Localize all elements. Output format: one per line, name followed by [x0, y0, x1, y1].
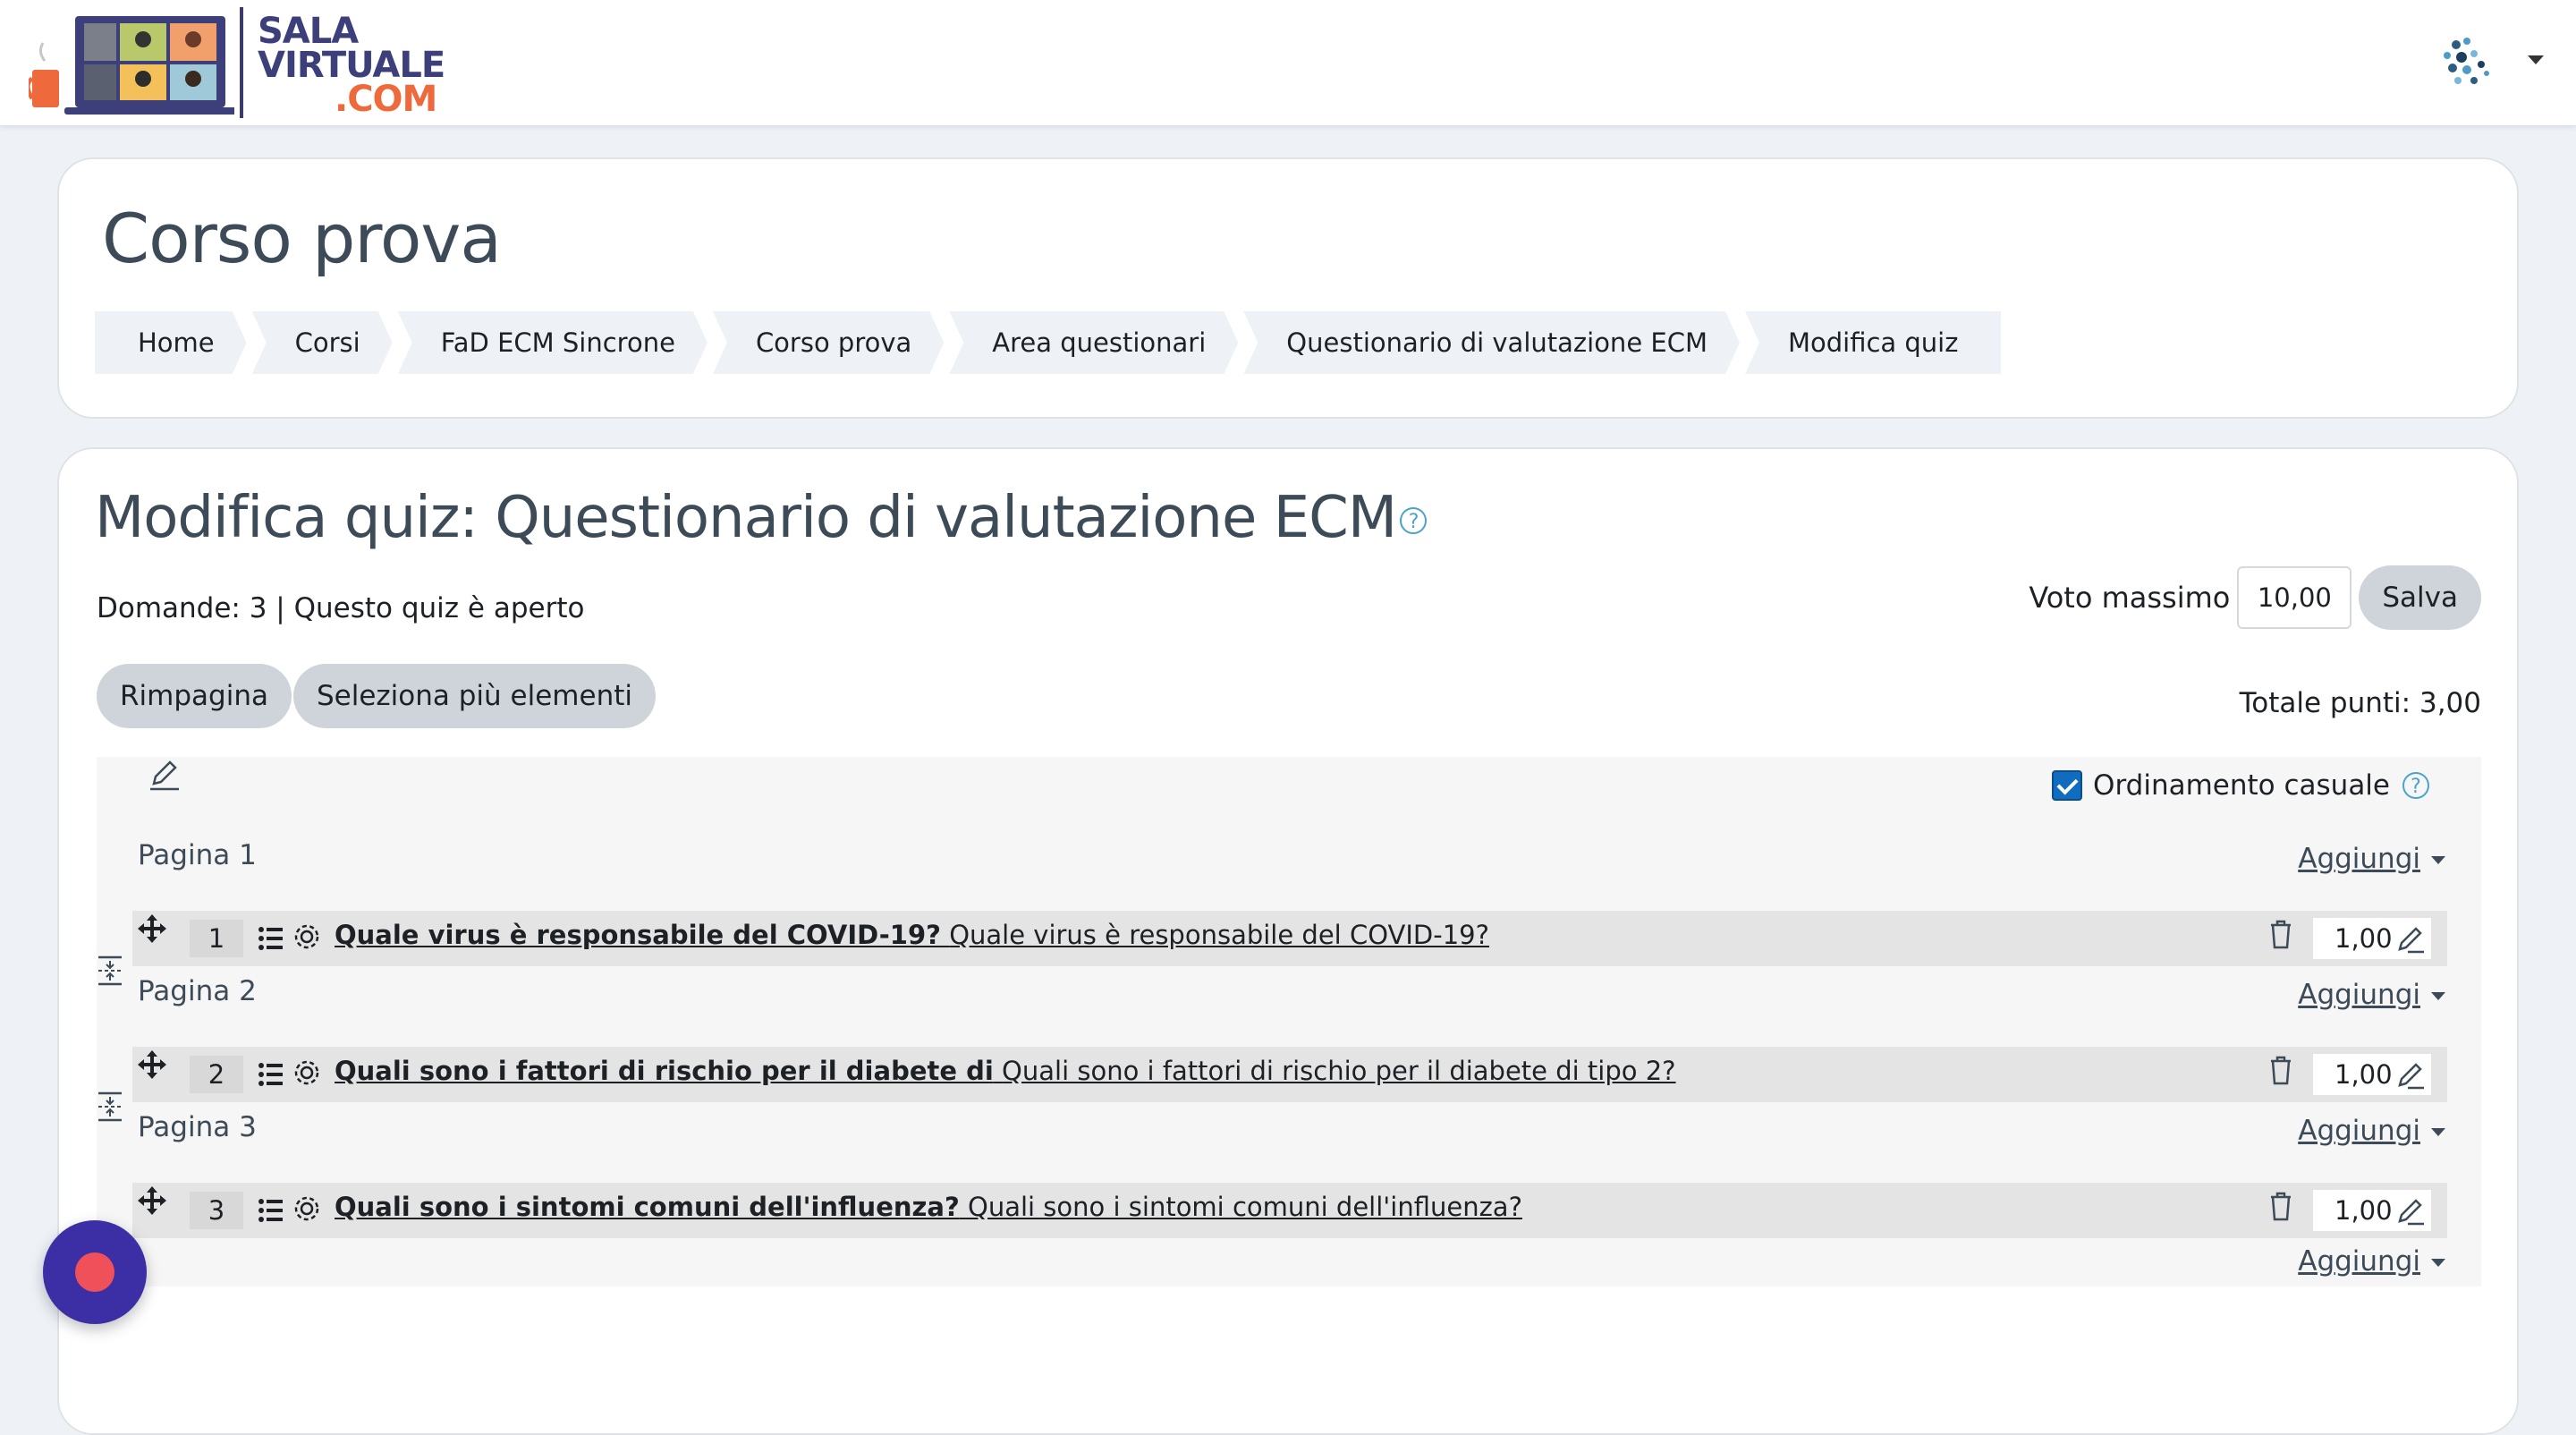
top-navbar: SALA VIRTUALE .COM	[0, 0, 2576, 125]
breadcrumb-home[interactable]: Home	[95, 311, 247, 374]
user-menu[interactable]	[2436, 32, 2544, 95]
question-row: 2 Quali sono i fattori di rischio per il…	[98, 1047, 2447, 1122]
question-link[interactable]: Quali sono i fattori di rischio per il d…	[335, 1056, 1676, 1086]
question-number: 2	[190, 1056, 243, 1093]
breadcrumb-section[interactable]: Area questionari	[949, 311, 1238, 374]
logo-line-3: .COM	[335, 79, 437, 120]
edit-mark-pencil-icon[interactable]	[2395, 1195, 2426, 1226]
list-icon	[258, 1063, 283, 1086]
max-grade-input[interactable]: 10,00	[2237, 566, 2352, 629]
select-multiple-button[interactable]: Seleziona più elementi	[292, 664, 656, 728]
chevron-down-icon	[2528, 55, 2544, 64]
add-question-dropdown[interactable]: Aggiungi	[2298, 843, 2445, 875]
move-icon[interactable]	[136, 1185, 168, 1217]
breadcrumb-category[interactable]: FaD ECM Sincrone	[398, 311, 708, 374]
repaginate-button[interactable]: Rimpagina	[97, 664, 292, 728]
help-icon[interactable]: ?	[2402, 772, 2429, 799]
edit-mark-pencil-icon[interactable]	[2395, 1059, 2426, 1090]
move-icon[interactable]	[136, 913, 168, 945]
add-question-dropdown[interactable]: Aggiungi	[2298, 1245, 2445, 1278]
list-icon	[258, 1199, 283, 1222]
trash-icon[interactable]	[2267, 1190, 2295, 1222]
logo-laptop-icon	[29, 16, 234, 115]
question-mark-value: 1,00	[2334, 1059, 2393, 1090]
edit-section-pencil-icon[interactable]	[147, 757, 182, 793]
record-icon	[75, 1252, 114, 1292]
question-link[interactable]: Quali sono i sintomi comuni dell'influen…	[335, 1192, 1522, 1222]
question-link[interactable]: Quale virus è responsabile del COVID-19?…	[335, 920, 1489, 950]
shuffle-checkbox[interactable]	[2052, 770, 2083, 801]
question-name: Quale virus è responsabile del COVID-19?	[335, 920, 941, 950]
page-label: Pagina 1	[138, 839, 257, 871]
record-button[interactable]	[43, 1220, 147, 1324]
max-grade-label: Voto massimo	[2029, 581, 2231, 615]
add-question-dropdown[interactable]: Aggiungi	[2298, 979, 2445, 1011]
save-button[interactable]: Salva	[2359, 565, 2481, 630]
breadcrumb-course[interactable]: Corso prova	[713, 311, 944, 374]
page-label: Pagina 3	[138, 1111, 257, 1143]
question-text: Quali sono i fattori di rischio per il d…	[1002, 1056, 1676, 1086]
gear-icon[interactable]	[292, 1057, 322, 1088]
move-icon[interactable]	[136, 1049, 168, 1081]
question-name: Quali sono i sintomi comuni dell'influen…	[335, 1192, 960, 1222]
question-mark-value: 1,00	[2334, 1195, 2393, 1226]
question-number: 1	[190, 920, 243, 957]
page-split-icon[interactable]	[95, 954, 125, 988]
question-mark-value: 1,00	[2334, 923, 2393, 954]
logo-divider	[240, 7, 243, 118]
breadcrumb-current: Modifica quiz	[1744, 311, 2002, 374]
total-marks: Totale punti: 3,00	[2239, 687, 2481, 719]
question-row: 1 Quale virus è responsabile del COVID-1…	[98, 911, 2447, 986]
breadcrumb-quiz[interactable]: Questionario di valutazione ECM	[1243, 311, 1740, 374]
max-grade-form: Voto massimo 10,00 Salva	[2029, 565, 2481, 630]
logo-line-1: SALA	[258, 11, 359, 52]
question-number: 3	[190, 1192, 243, 1229]
question-text: Quali sono i sintomi comuni dell'influen…	[968, 1192, 1522, 1222]
breadcrumb-corsi[interactable]: Corsi	[252, 311, 393, 374]
breadcrumb: Home Corsi FaD ECM Sincrone Corso prova …	[95, 311, 2006, 374]
page-label: Pagina 2	[138, 975, 257, 1007]
question-name: Quali sono i fattori di rischio per il d…	[335, 1056, 994, 1086]
avatar-icon	[2444, 38, 2489, 84]
course-title: Corso prova	[102, 199, 502, 278]
page-title: Modifica quiz: Questionario di valutazio…	[95, 485, 1428, 551]
page-title-text: Modifica quiz: Questionario di valutazio…	[95, 485, 1397, 551]
edit-mark-pencil-icon[interactable]	[2395, 923, 2426, 954]
page-header: Corso prova Home Corsi FaD ECM Sincrone …	[57, 157, 2519, 419]
site-logo[interactable]: SALA VIRTUALE .COM	[29, 7, 449, 118]
logo-text: SALA VIRTUALE .COM	[258, 11, 445, 120]
trash-icon[interactable]	[2267, 1054, 2295, 1086]
quiz-toolbar: Rimpagina Seleziona più elementi	[97, 664, 657, 728]
quiz-status: Domande: 3 | Questo quiz è aperto	[97, 592, 585, 624]
question-list: Ordinamento casuale ? Pagina 1 Aggiungi …	[97, 757, 2481, 1286]
question-row: 3 Quali sono i sintomi comuni dell'influ…	[132, 1183, 2447, 1238]
shuffle-label: Ordinamento casuale	[2093, 769, 2390, 802]
logo-line-2: VIRTUALE	[258, 45, 445, 86]
gear-icon[interactable]	[292, 921, 322, 952]
trash-icon[interactable]	[2267, 918, 2295, 950]
shuffle-option[interactable]: Ordinamento casuale ?	[2052, 769, 2429, 802]
list-icon	[258, 927, 283, 950]
page-split-icon[interactable]	[95, 1090, 125, 1124]
main-content: Modifica quiz: Questionario di valutazio…	[57, 447, 2519, 1435]
gear-icon[interactable]	[292, 1193, 322, 1224]
help-icon[interactable]: ?	[1400, 507, 1428, 535]
question-text: Quale virus è responsabile del COVID-19?	[949, 920, 1489, 950]
add-question-dropdown[interactable]: Aggiungi	[2298, 1115, 2445, 1147]
